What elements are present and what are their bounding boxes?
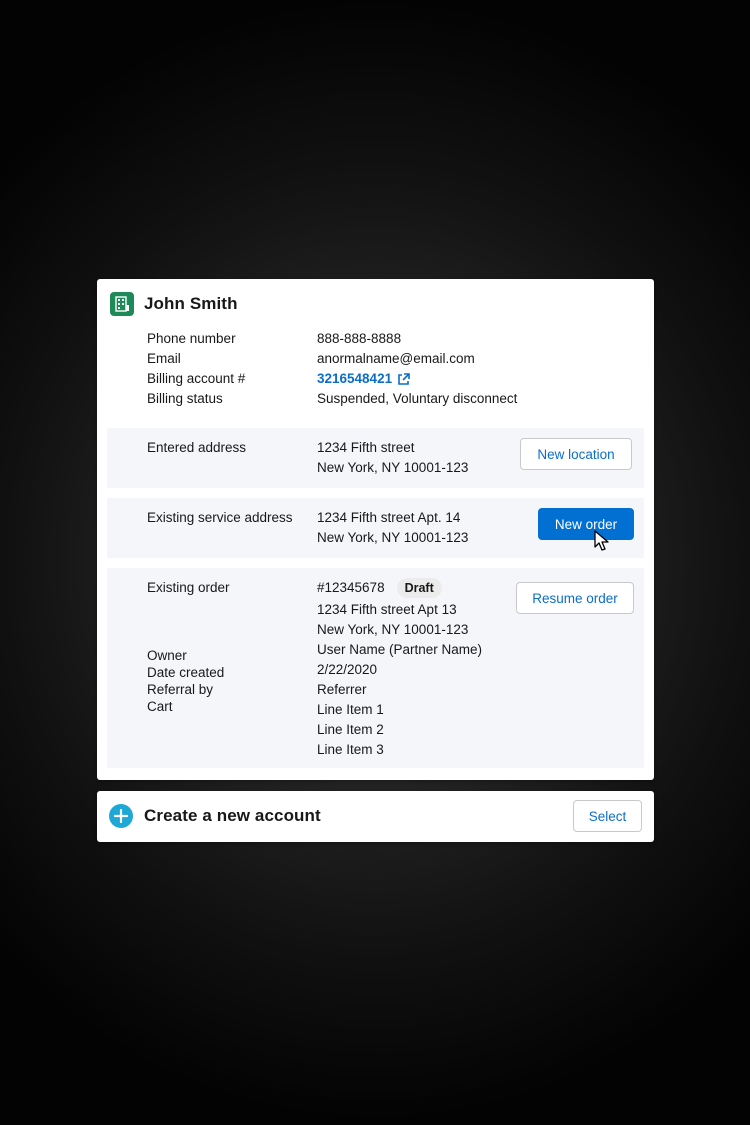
detail-row-billing-status: Billing status Suspended, Voluntary disc… [147,389,517,409]
service-address-value: 1234 Fifth street Apt. 14 New York, NY 1… [317,508,468,548]
cart-item-3: Line Item 3 [317,742,384,757]
owner-value: User Name (Partner Name) [317,642,483,657]
detail-row-phone: Phone number 888-888-8888 [147,329,517,349]
mouse-cursor-icon [594,530,610,557]
order-sub-labels: Owner Date created Referral by Cart [147,647,224,715]
billing-status-value: Suspended, Voluntary disconnect [317,391,518,406]
order-address-line-2: New York, NY 10001-123 [317,622,469,637]
existing-order-label: Existing order [147,580,230,595]
new-order-button[interactable]: New order [538,508,634,540]
cart-item-2: Line Item 2 [317,722,384,737]
date-created-label: Date created [147,665,225,680]
new-location-button[interactable]: New location [520,438,632,470]
existing-order-section: Existing order Owner Date created Referr… [107,568,644,768]
order-number: #12345678 [317,580,385,595]
referral-by-value: Referrer [317,682,367,697]
phone-label: Phone number [147,331,236,346]
owner-label: Owner [147,648,187,663]
create-account-title: Create a new account [144,806,321,825]
billing-status-label: Billing status [147,391,223,406]
select-button[interactable]: Select [573,800,642,832]
create-account-card: Create a new account Select [97,791,654,842]
account-header: John Smith [110,292,238,316]
order-number-row: #12345678 Draft [317,576,482,600]
cart-item-1: Line Item 1 [317,702,384,717]
referral-by-label: Referral by [147,682,214,697]
building-icon [110,292,134,316]
phone-value: 888-888-8888 [317,331,402,346]
account-details: Phone number 888-888-8888 Email anormaln… [147,329,517,409]
external-link-icon[interactable] [397,372,410,386]
entered-address-line-1: 1234 Fifth street [317,440,415,455]
account-name: John Smith [144,294,238,313]
service-address-section: Existing service address 1234 Fifth stre… [107,498,644,558]
entered-address-line-2: New York, NY 10001-123 [317,460,469,475]
service-address-label: Existing service address [147,510,293,525]
billing-account-label: Billing account # [147,371,246,386]
resume-order-button[interactable]: Resume order [516,582,634,614]
email-value: anormalname@email.com [317,351,475,366]
billing-account-number[interactable]: 3216548421 [317,369,392,389]
entered-address-label: Entered address [147,440,247,455]
cart-label: Cart [147,699,173,714]
status-badge: Draft [396,578,442,598]
email-label: Email [147,351,181,366]
entered-address-section: Entered address 1234 Fifth street New Yo… [107,428,644,488]
service-address-line-1: 1234 Fifth street Apt. 14 [317,510,461,525]
plus-icon [109,804,133,828]
service-address-line-2: New York, NY 10001-123 [317,530,469,545]
billing-account-link[interactable]: 3216548421 [317,369,410,389]
existing-order-values: #12345678 Draft 1234 Fifth street Apt 13… [317,576,482,760]
order-address-line-1: 1234 Fifth street Apt 13 [317,602,457,617]
detail-row-billing-account: Billing account # 3216548421 [147,369,517,389]
date-created-value: 2/22/2020 [317,662,378,677]
account-card: John Smith Phone number 888-888-8888 Ema… [97,279,654,780]
detail-row-email: Email anormalname@email.com [147,349,517,369]
entered-address-value: 1234 Fifth street New York, NY 10001-123 [317,438,468,478]
